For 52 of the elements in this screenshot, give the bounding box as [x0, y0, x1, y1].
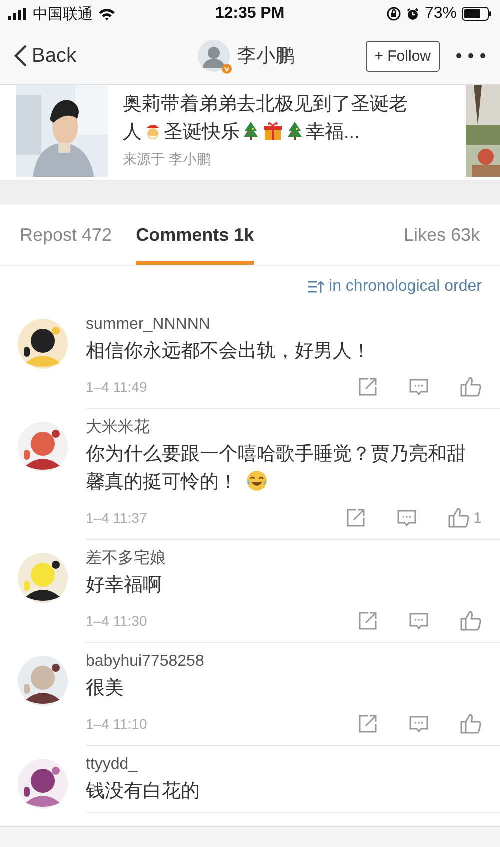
signal-icon	[8, 8, 28, 20]
alarm-icon	[406, 7, 420, 21]
comment-username[interactable]: babyhui7758258	[86, 651, 470, 673]
back-button[interactable]: Back	[14, 44, 76, 68]
thumbs-up-icon[interactable]	[460, 713, 482, 735]
battery-icon	[462, 7, 492, 21]
sort-icon	[307, 280, 326, 294]
thumbs-up-icon[interactable]	[460, 610, 482, 632]
tab[interactable]: Comments 1k	[136, 205, 254, 265]
follow-button[interactable]: + Follow	[366, 40, 440, 72]
more-icon[interactable]	[456, 53, 486, 59]
battery-percent: 73%	[424, 5, 457, 23]
post-title: 奥莉带着弟弟去北极见到了圣诞老人 圣诞快乐 幸福...	[123, 92, 409, 145]
gift-emoji-icon	[263, 121, 283, 141]
carrier-name: 中国联通	[33, 4, 93, 24]
like-count: 1	[474, 510, 482, 526]
share-icon[interactable]	[346, 508, 366, 528]
comment-text: 相信你永远都不会出轨，好男人！	[86, 340, 372, 364]
comment-time: 1–4 11:30	[86, 613, 148, 629]
chevron-left-icon	[14, 44, 28, 68]
comment-text: 你为什么要跟一个嘻哈歌手睡觉？贾乃亮和甜馨真的挺可怜的！	[86, 443, 467, 495]
comment-text: 很美	[86, 676, 125, 701]
comment-text: 钱没有白花的	[86, 780, 201, 804]
comment-username[interactable]: ttyydd_	[86, 754, 470, 776]
rotation-lock-icon	[386, 7, 401, 21]
christmas-tree-emoji-icon	[241, 121, 261, 141]
comment-time: 1–4 11:37	[86, 510, 148, 526]
user-name: 李小鹏	[238, 45, 295, 69]
share-icon[interactable]	[358, 611, 378, 631]
comment-text: 好幸福啊	[86, 574, 163, 598]
clock-time: 12:35 PM	[215, 5, 285, 23]
comment-username[interactable]: 差不多宅娘	[86, 548, 470, 570]
thumbs-up-icon[interactable]	[448, 507, 470, 529]
tab[interactable]: Repost 472	[20, 205, 112, 265]
share-icon[interactable]	[358, 714, 378, 734]
thumbs-up-icon[interactable]	[460, 376, 482, 398]
tab[interactable]: Likes 63k	[404, 205, 480, 265]
comment-time: 1–4 11:49	[86, 379, 148, 395]
post-source: 来源于 李小鹏	[123, 151, 212, 169]
christmas-tree-emoji-icon	[285, 121, 305, 141]
comment-time: 1–4 11:10	[86, 716, 148, 732]
comment-icon[interactable]	[409, 611, 429, 631]
comment-username[interactable]: summer_NNNNN	[86, 314, 470, 336]
comment-icon[interactable]	[409, 714, 429, 734]
laughing-emoji-icon	[246, 470, 268, 492]
user-avatar-icon[interactable]	[198, 40, 230, 72]
sort-order-link[interactable]: in chronological order	[307, 278, 482, 296]
comment-icon[interactable]	[396, 508, 417, 528]
comment-username[interactable]: 大米米花	[86, 417, 470, 439]
share-icon[interactable]	[358, 377, 378, 397]
comment-icon[interactable]	[409, 377, 429, 397]
wifi-icon	[98, 8, 116, 20]
